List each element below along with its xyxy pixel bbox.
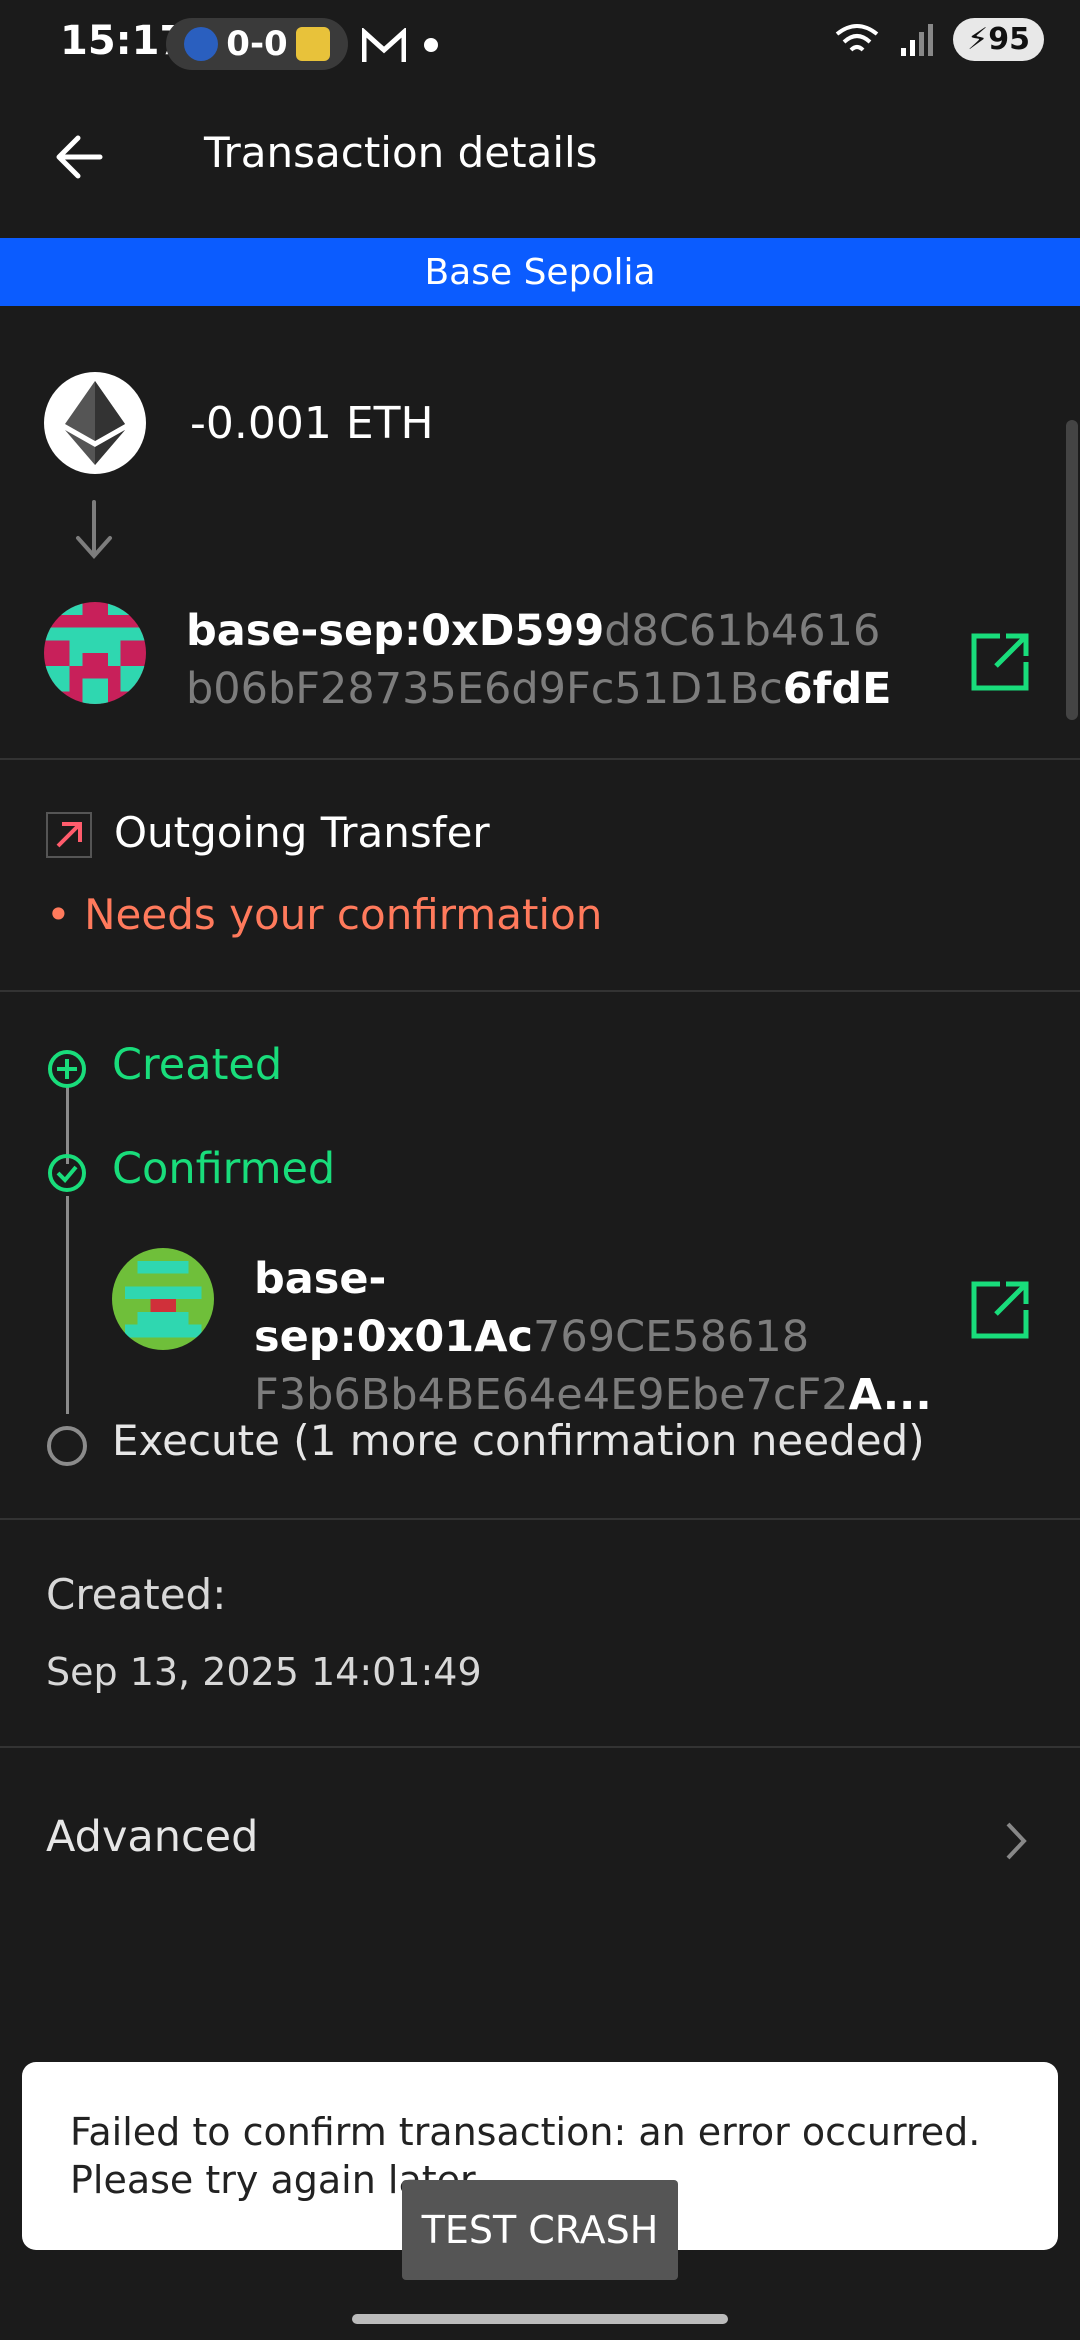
signer-avatar [112, 1248, 214, 1350]
divider [0, 1746, 1080, 1748]
external-link-icon[interactable] [968, 630, 1032, 694]
back-button[interactable] [52, 130, 106, 184]
address-suffix: A... [848, 1370, 932, 1420]
address-prefix: base-sep:0x01Ac [254, 1254, 533, 1362]
wifi-icon [835, 23, 879, 51]
recipient-address[interactable]: base-sep:0xD599d8C61b4616 b06bF28735E6d9… [186, 602, 892, 718]
check-circle-icon [48, 1154, 86, 1192]
timeline-execute: Execute (1 more confirmation needed) [112, 1416, 925, 1465]
outgoing-arrow-icon [46, 812, 92, 858]
score-notification: 0-0 [166, 18, 348, 70]
address-middle: d8C61b4616 [604, 606, 881, 656]
address-prefix: base-sep:0xD599 [186, 606, 605, 656]
signal-icon [901, 23, 934, 56]
timeline-created: Created [112, 1040, 283, 1090]
status-icons: ⚡95 [833, 18, 1044, 61]
battery-level: 95 [988, 22, 1030, 57]
dot-icon [424, 38, 438, 52]
arrow-down-icon [76, 500, 112, 560]
timeline-line [66, 1196, 69, 1414]
gmail-icon [361, 26, 407, 68]
divider [0, 758, 1080, 760]
network-banner: Base Sepolia [0, 238, 1080, 306]
address-middle: 769CE58618 [533, 1312, 810, 1362]
recipient-avatar [44, 602, 146, 704]
test-crash-button[interactable]: TEST CRASH [402, 2180, 678, 2280]
team-badge-icon [295, 27, 330, 61]
network-name: Base Sepolia [424, 251, 656, 293]
confirmation-status: • Needs your confirmation [46, 890, 603, 939]
signer-address[interactable]: base-sep:0x01Ac769CE58618 F3b6Bb4BE64e4E… [254, 1250, 932, 1424]
eth-logo-icon [44, 372, 146, 474]
score-text: 0-0 [226, 24, 288, 64]
transaction-amount: -0.001 ETH [190, 398, 434, 449]
back-arrow-icon [56, 135, 103, 179]
advanced-row[interactable]: Advanced [46, 1812, 258, 1862]
address-middle: F3b6Bb4BE64e4E9Ebe7cF2 [254, 1370, 849, 1420]
address-suffix: 6fdE [782, 664, 892, 714]
divider [0, 1518, 1080, 1520]
home-indicator[interactable] [352, 2314, 728, 2324]
pending-circle-icon [47, 1426, 87, 1466]
transfer-type: Outgoing Transfer [114, 808, 490, 857]
address-middle: b06bF28735E6d9Fc51D1Bc [186, 664, 783, 714]
divider [0, 990, 1080, 992]
plus-circle-icon [48, 1050, 86, 1088]
page-title: Transaction details [204, 128, 598, 177]
created-date: Sep 13, 2025 14:01:49 [46, 1650, 482, 1694]
chevron-right-icon[interactable] [998, 1816, 1034, 1866]
battery-icon: ⚡95 [953, 18, 1044, 61]
timeline-confirmed: Confirmed [112, 1144, 336, 1194]
created-label: Created: [46, 1570, 227, 1619]
external-link-icon[interactable] [968, 1278, 1032, 1342]
scrollbar[interactable] [1066, 420, 1078, 720]
team-badge-icon [184, 27, 219, 61]
